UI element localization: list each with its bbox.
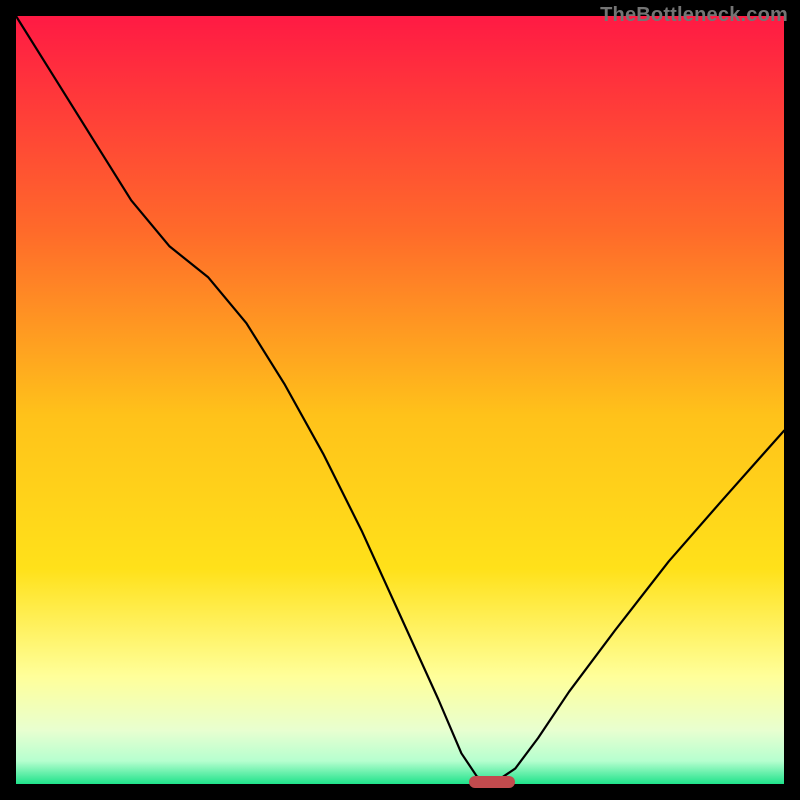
- gradient-background: [16, 16, 784, 784]
- chart-svg: [16, 16, 784, 784]
- plot-area: [16, 16, 784, 784]
- watermark: TheBottleneck.com: [600, 4, 788, 27]
- optimum-marker: [469, 776, 515, 788]
